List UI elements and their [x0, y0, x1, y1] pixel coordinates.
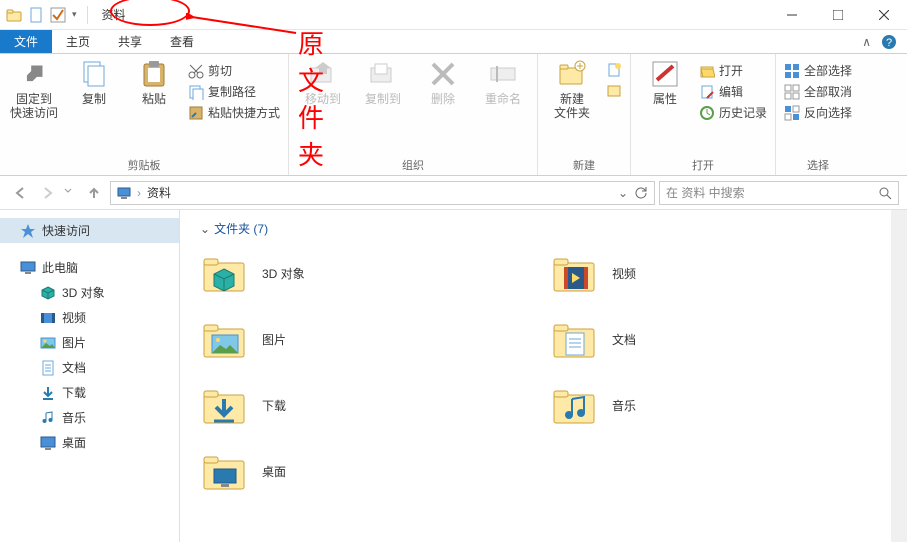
- tab-home[interactable]: 主页: [52, 30, 104, 53]
- group-label-select: 选择: [807, 157, 829, 175]
- copyto-button[interactable]: 复制到: [357, 58, 409, 106]
- folder-downloads[interactable]: 下载: [200, 381, 490, 429]
- group-select: 全部选择 全部取消 反向选择 选择: [776, 54, 860, 175]
- ribbon-collapse-icon[interactable]: ∧: [862, 35, 871, 49]
- svg-text:?: ?: [886, 37, 892, 49]
- ribbon-tabs: 文件 主页 共享 查看 ∧ ?: [0, 30, 907, 54]
- pasteshortcut-button[interactable]: 粘贴快捷方式: [188, 104, 280, 121]
- pc-icon: [117, 186, 131, 200]
- document-qat-icon[interactable]: [28, 7, 44, 23]
- delete-button[interactable]: 删除: [417, 58, 469, 106]
- tree-item-videos[interactable]: 视频: [0, 305, 179, 330]
- moveto-button[interactable]: 移动到: [297, 58, 349, 106]
- nav-tree: 快速访问 此电脑 3D 对象 视频 图片 文档 下载 音乐 桌面: [0, 210, 180, 542]
- nav-bar: › 资料 ⌄: [0, 176, 907, 210]
- group-open: 属性 打开 编辑 历史记录 打开: [631, 54, 776, 175]
- maximize-button[interactable]: [815, 0, 861, 30]
- tree-thispc[interactable]: 此电脑: [0, 255, 179, 280]
- search-box[interactable]: [659, 181, 899, 205]
- tree-item-3dobjects[interactable]: 3D 对象: [0, 280, 179, 305]
- group-new: 新建 文件夹 新建: [538, 54, 631, 175]
- properties-button[interactable]: 属性: [639, 58, 691, 106]
- search-input[interactable]: [666, 186, 878, 200]
- file-pane: ⌄ 文件夹 (7) 3D 对象 视频 图片 文档 下载: [180, 210, 907, 542]
- folder-pictures[interactable]: 图片: [200, 315, 490, 363]
- forward-button[interactable]: [36, 181, 60, 205]
- close-button[interactable]: [861, 0, 907, 30]
- group-label-organize: 组织: [402, 157, 424, 175]
- tree-item-music[interactable]: 音乐: [0, 405, 179, 430]
- tree-item-documents[interactable]: 文档: [0, 355, 179, 380]
- search-icon[interactable]: [878, 186, 892, 200]
- tree-item-pictures[interactable]: 图片: [0, 330, 179, 355]
- title-bar: ▾ 资料: [0, 0, 907, 30]
- pin-quickaccess-button[interactable]: 固定到 快速访问: [8, 58, 60, 120]
- cut-button[interactable]: 剪切: [188, 62, 280, 79]
- help-icon[interactable]: ?: [881, 34, 897, 50]
- tree-item-downloads[interactable]: 下载: [0, 380, 179, 405]
- qat-dropdown[interactable]: ▾: [72, 9, 77, 20]
- section-header[interactable]: ⌄ 文件夹 (7): [200, 220, 887, 237]
- rename-button[interactable]: 重命名: [477, 58, 529, 106]
- refresh-icon[interactable]: [634, 186, 648, 200]
- history-button[interactable]: 历史记录: [699, 104, 767, 121]
- selectinvert-button[interactable]: 反向选择: [784, 104, 852, 121]
- address-dropdown[interactable]: ⌄: [618, 186, 628, 200]
- group-organize: 移动到 复制到 删除 重命名 组织: [289, 54, 538, 175]
- group-label-new: 新建: [573, 157, 595, 175]
- edit-button[interactable]: 编辑: [699, 83, 767, 100]
- up-button[interactable]: [82, 181, 106, 205]
- easyaccess-button[interactable]: [606, 82, 622, 98]
- paste-button[interactable]: 粘贴: [128, 58, 180, 106]
- group-label-open: 打开: [692, 157, 714, 175]
- folder-documents[interactable]: 文档: [550, 315, 840, 363]
- tree-quickaccess[interactable]: 快速访问: [0, 218, 179, 243]
- newitem-button[interactable]: [606, 62, 622, 78]
- selectnone-button[interactable]: 全部取消: [784, 83, 852, 100]
- scrollbar[interactable]: [891, 210, 907, 542]
- selectall-button[interactable]: 全部选择: [784, 62, 852, 79]
- group-label-clipboard: 剪贴板: [128, 157, 161, 175]
- copypath-button[interactable]: 复制路径: [188, 83, 280, 100]
- minimize-button[interactable]: [769, 0, 815, 30]
- tab-view[interactable]: 查看: [156, 30, 208, 53]
- open-button[interactable]: 打开: [699, 62, 767, 79]
- folder-music[interactable]: 音乐: [550, 381, 840, 429]
- recent-button[interactable]: [64, 181, 78, 205]
- folder-videos[interactable]: 视频: [550, 249, 840, 297]
- address-bar[interactable]: › 资料 ⌄: [110, 181, 655, 205]
- copy-button[interactable]: 复制: [68, 58, 120, 106]
- address-text: 资料: [147, 184, 612, 201]
- tab-file[interactable]: 文件: [0, 30, 52, 53]
- folder-qat-icon[interactable]: [6, 7, 22, 23]
- tree-item-desktop[interactable]: 桌面: [0, 430, 179, 455]
- window-title: 资料: [92, 6, 136, 23]
- group-clipboard: 固定到 快速访问 复制 粘贴 剪切 复制路径 粘贴快捷方式 剪贴板: [0, 54, 289, 175]
- ribbon: 固定到 快速访问 复制 粘贴 剪切 复制路径 粘贴快捷方式 剪贴板 移动到 复制…: [0, 54, 907, 176]
- back-button[interactable]: [8, 181, 32, 205]
- tab-share[interactable]: 共享: [104, 30, 156, 53]
- checkmark-qat-icon[interactable]: [50, 7, 66, 23]
- folder-3dobjects[interactable]: 3D 对象: [200, 249, 490, 297]
- newfolder-button[interactable]: 新建 文件夹: [546, 58, 598, 120]
- folder-desktop[interactable]: 桌面: [200, 447, 490, 495]
